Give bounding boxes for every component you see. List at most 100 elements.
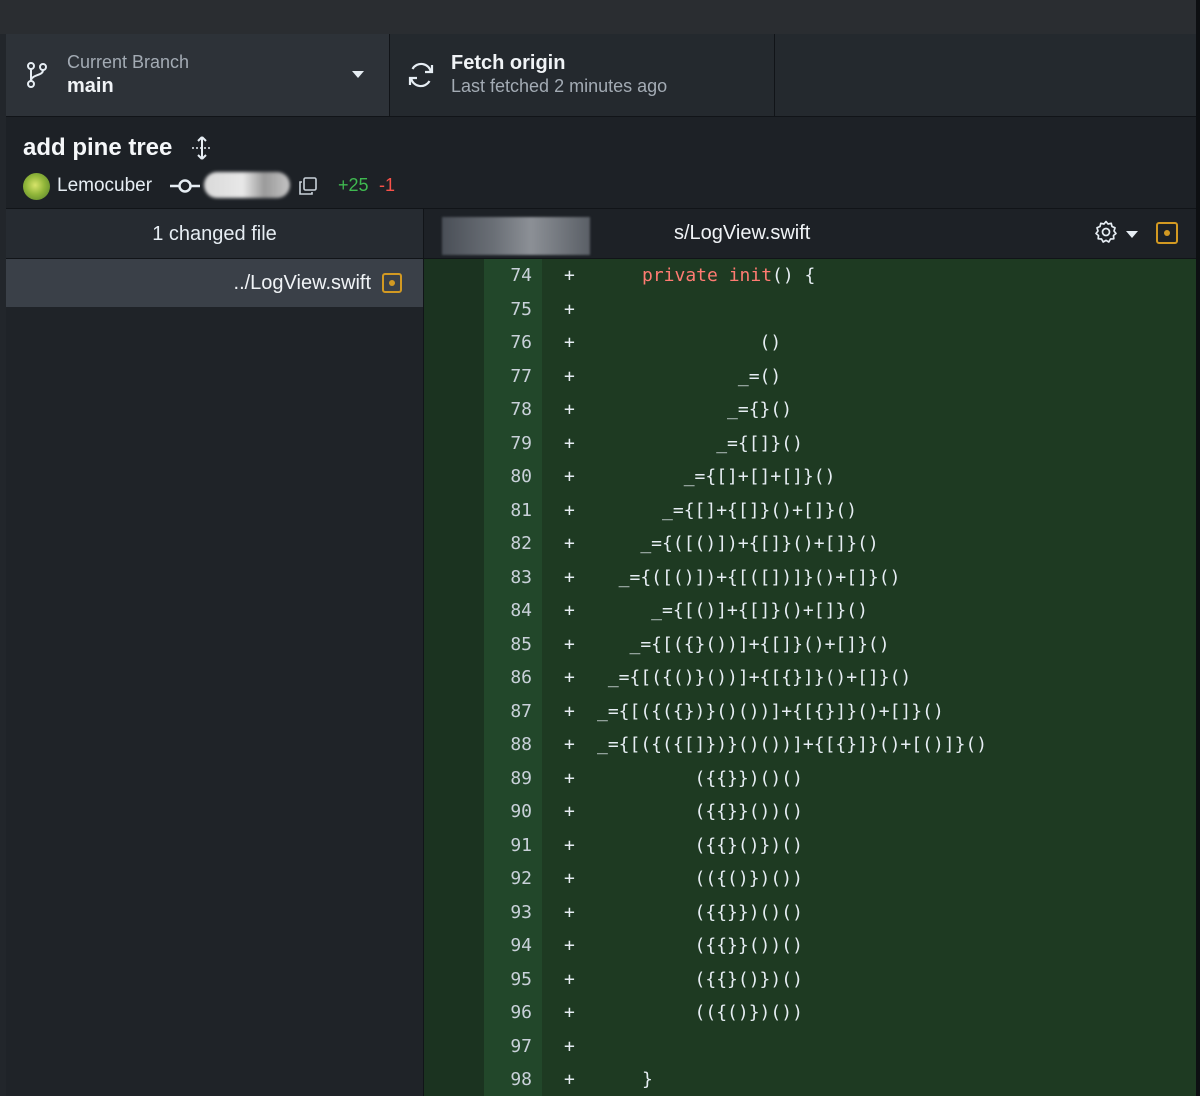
diff-line[interactable]: 79 + _={[]}() bbox=[424, 427, 1196, 460]
diff-line[interactable]: 89 + ({{}})()() bbox=[424, 762, 1196, 795]
diff-line[interactable]: 76 + () bbox=[424, 326, 1196, 359]
code-body: ({{}}())() bbox=[597, 935, 803, 956]
code-body: _={[({({[]})}()())]+{[{}]}()+[()]}() bbox=[597, 734, 988, 755]
line-number: 95 bbox=[510, 969, 532, 990]
file-name: ../LogView.swift bbox=[233, 272, 371, 294]
gear-icon[interactable] bbox=[1094, 220, 1118, 244]
diff-line[interactable]: 77 + _=() bbox=[424, 360, 1196, 393]
code-text: ({{}()})() bbox=[597, 829, 803, 862]
diff-sign: + bbox=[564, 500, 575, 521]
current-branch-label: Current Branch bbox=[67, 52, 190, 72]
line-number: 76 bbox=[510, 332, 532, 353]
diff-line[interactable]: 90 + ({{}}())() bbox=[424, 795, 1196, 828]
expand-icon[interactable] bbox=[189, 135, 215, 161]
diff-line[interactable]: 80 + _={[]+[]+[]}() bbox=[424, 460, 1196, 493]
line-number: 75 bbox=[510, 299, 532, 320]
chevron-down-icon bbox=[352, 71, 364, 78]
code-body: _={([()])+{[]}()+[]}() bbox=[597, 533, 879, 554]
code-text: _={[]+[]+[]}() bbox=[597, 460, 836, 493]
diff-line[interactable]: 92 + (({()})()) bbox=[424, 862, 1196, 895]
changed-files-count: 1 changed file bbox=[152, 223, 277, 245]
line-number: 91 bbox=[510, 835, 532, 856]
current-branch-name: main bbox=[67, 75, 114, 97]
diff-line[interactable]: 88 + _={[({({[]})}()())]+{[{}]}()+[()]}() bbox=[424, 728, 1196, 761]
code-body: _=() bbox=[597, 366, 782, 387]
diff-line[interactable]: 94 + ({{}}())() bbox=[424, 929, 1196, 962]
modified-icon bbox=[1156, 222, 1178, 244]
diff-sign: + bbox=[564, 433, 575, 454]
chevron-down-icon[interactable] bbox=[1126, 231, 1138, 238]
code-text: _={([()])+{[]}()+[]}() bbox=[597, 527, 879, 560]
code-text: private init() { bbox=[642, 259, 815, 292]
code-text: _={([()])+{[([])]}()+[]}() bbox=[597, 561, 901, 594]
code-body: _={[({}())]+{[]}()+[]}() bbox=[597, 634, 890, 655]
diff-sign: + bbox=[564, 768, 575, 789]
diff-line[interactable]: 96 + (({()})()) bbox=[424, 996, 1196, 1029]
diff-sign: + bbox=[564, 332, 575, 353]
diff-sign: + bbox=[564, 634, 575, 655]
lines-added: +25 bbox=[338, 175, 369, 195]
code-text: _={[({({[]})}()())]+{[{}]}()+[()]}() bbox=[597, 728, 987, 761]
diff-line[interactable]: 85 + _={[({}())]+{[]}()+[]}() bbox=[424, 628, 1196, 661]
code-text: _={[]+{[]}()+[]}() bbox=[597, 494, 857, 527]
code-body: _={[({({})}()())]+{[{}]}()+[]}() bbox=[597, 701, 944, 722]
diff-line[interactable]: 83 + _={([()])+{[([])]}()+[]}() bbox=[424, 561, 1196, 594]
line-number: 89 bbox=[510, 768, 532, 789]
diff-line[interactable]: 82 + _={([()])+{[]}()+[]}() bbox=[424, 527, 1196, 560]
diff-sign: + bbox=[564, 299, 575, 320]
diff-sign: + bbox=[564, 734, 575, 755]
code-text: _={[()]+{[]}()+[]}() bbox=[597, 594, 868, 627]
line-number: 85 bbox=[510, 634, 532, 655]
diff-line[interactable]: 87 + _={[({({})}()())]+{[{}]}()+[]}() bbox=[424, 695, 1196, 728]
code-keyword: private init bbox=[642, 265, 773, 286]
diff-sign: + bbox=[564, 935, 575, 956]
changed-files-header: 1 changed file bbox=[6, 209, 423, 259]
code-text: () bbox=[597, 326, 782, 359]
window-edge bbox=[1196, 0, 1200, 1096]
line-number: 98 bbox=[510, 1069, 532, 1090]
code-text: _=() bbox=[597, 360, 781, 393]
diff-line[interactable]: 98 +} bbox=[424, 1063, 1196, 1096]
line-number: 87 bbox=[510, 701, 532, 722]
diff-sign: + bbox=[564, 600, 575, 621]
code-text: ({{}})()() bbox=[597, 762, 803, 795]
diff-line[interactable]: 86 + _={[({()}())]+{[{}]}()+[]}() bbox=[424, 661, 1196, 694]
diff-line[interactable]: 97 + bbox=[424, 1030, 1196, 1063]
code-text: _={[]}() bbox=[597, 427, 803, 460]
diff-sign: + bbox=[564, 801, 575, 822]
code-body: _={([()])+{[([])]}()+[]}() bbox=[597, 567, 901, 588]
line-number: 88 bbox=[510, 734, 532, 755]
current-branch-button[interactable]: Current Branch main bbox=[6, 34, 390, 116]
diff-sign: + bbox=[564, 399, 575, 420]
file-list-item[interactable]: ../LogView.swift bbox=[6, 259, 423, 307]
window-titlebar bbox=[0, 0, 1200, 35]
diff-line[interactable]: 81 + _={[]+{[]}()+[]}() bbox=[424, 494, 1196, 527]
toolbar: Current Branch main Fetch origin Last fe… bbox=[6, 34, 1196, 117]
diff-sign: + bbox=[564, 533, 575, 554]
diff-panel: s/LogView.swift 74 + private init() {75 +76… bbox=[424, 209, 1196, 1096]
commit-sha-redacted bbox=[204, 172, 290, 198]
code-body: _={}() bbox=[597, 399, 793, 420]
line-number: 74 bbox=[510, 265, 532, 286]
line-number: 83 bbox=[510, 567, 532, 588]
line-number: 77 bbox=[510, 366, 532, 387]
fetch-origin-title: Fetch origin bbox=[451, 52, 566, 74]
code-body: ({{}})()() bbox=[597, 768, 803, 789]
git-branch-icon bbox=[27, 62, 47, 88]
copy-icon[interactable] bbox=[299, 177, 317, 195]
diff-line[interactable]: 75 + bbox=[424, 293, 1196, 326]
code-body: _={[]+{[]}()+[]}() bbox=[597, 500, 858, 521]
diff-sign: + bbox=[564, 969, 575, 990]
diff-line[interactable]: 78 + _={}() bbox=[424, 393, 1196, 426]
code-text: ({{}}())() bbox=[597, 929, 803, 962]
diff-line[interactable]: 93 + ({{}})()() bbox=[424, 896, 1196, 929]
diff-line[interactable]: 91 + ({{}()})() bbox=[424, 829, 1196, 862]
code-text: ({{}()})() bbox=[597, 963, 803, 996]
fetch-origin-button[interactable]: Fetch origin Last fetched 2 minutes ago bbox=[390, 34, 775, 116]
diff-line[interactable]: 74 + private init() { bbox=[424, 259, 1196, 292]
diff-line[interactable]: 95 + ({{}()})() bbox=[424, 963, 1196, 996]
diff-line[interactable]: 84 + _={[()]+{[]}()+[]}() bbox=[424, 594, 1196, 627]
code-text: _={}() bbox=[597, 393, 792, 426]
diff-sign: + bbox=[564, 265, 575, 286]
diff-sign: + bbox=[564, 701, 575, 722]
